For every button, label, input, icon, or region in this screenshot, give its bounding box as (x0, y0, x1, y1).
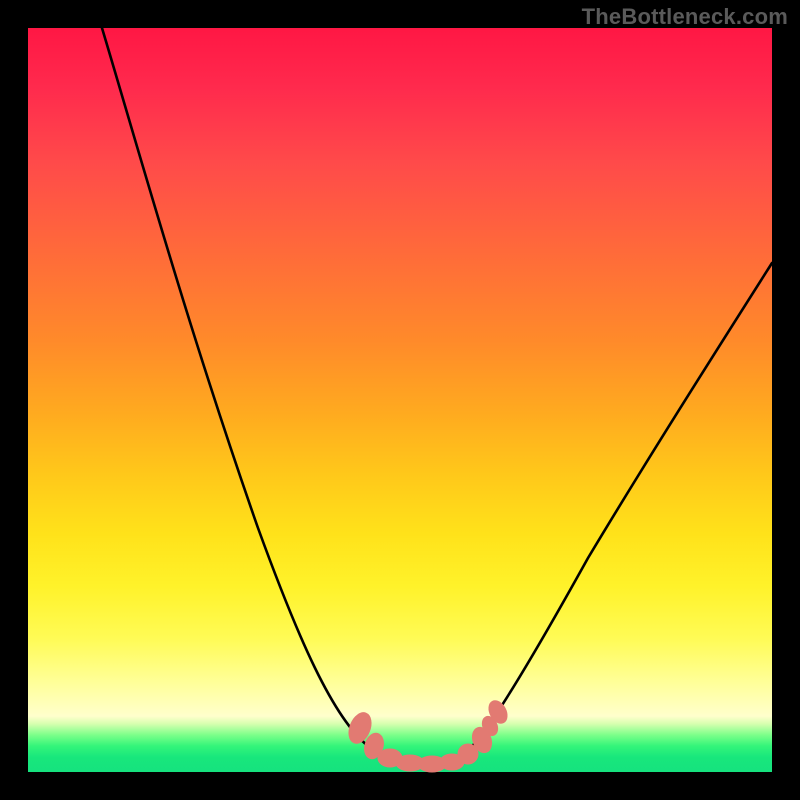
bottleneck-curve (102, 28, 772, 764)
chart-svg (28, 28, 772, 772)
valley-markers (345, 698, 511, 772)
chart-frame: TheBottleneck.com (0, 0, 800, 800)
watermark-text: TheBottleneck.com (582, 4, 788, 30)
plot-area (28, 28, 772, 772)
